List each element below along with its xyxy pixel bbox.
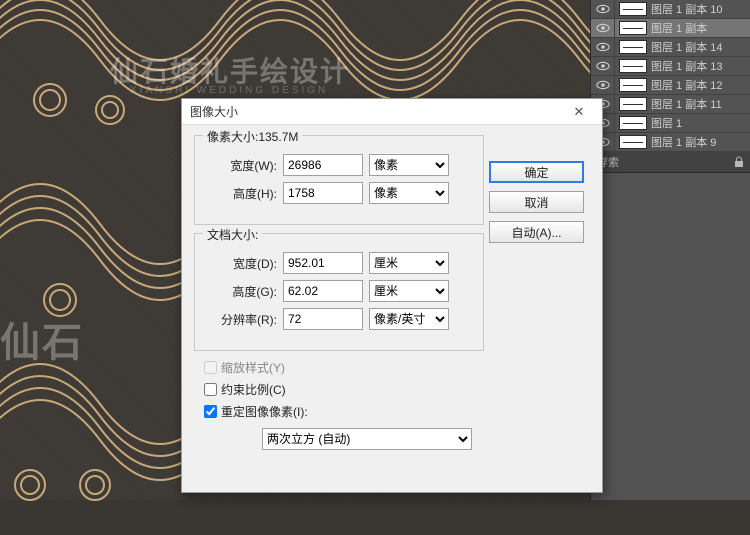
auto-button[interactable]: 自动(A)... (489, 221, 584, 243)
layer-row[interactable]: 图层 1 副本 12 (591, 76, 750, 95)
width-cm-unit-select[interactable]: 厘米 (369, 252, 449, 274)
visibility-icon[interactable] (596, 4, 610, 14)
eye-toggle[interactable] (591, 19, 615, 37)
layer-thumbnail (619, 78, 647, 92)
layer-name: 图层 1 副本 (651, 20, 750, 36)
resolution-input[interactable] (283, 308, 363, 330)
width2-label: 宽度(D): (205, 255, 283, 272)
resample-label: 重定图像像素(I): (221, 403, 308, 420)
scale-styles-checkbox (204, 361, 217, 374)
panel-extra-row: 穿索 (591, 152, 750, 173)
width-cm-input[interactable] (283, 252, 363, 274)
layer-thumbnail (619, 59, 647, 73)
layer-thumbnail (619, 2, 647, 16)
width-unit-select[interactable]: 像素 (369, 154, 449, 176)
doc-size-legend: 文档大小: (203, 226, 262, 243)
width-px-input[interactable] (283, 154, 363, 176)
layer-thumbnail (619, 116, 647, 130)
visibility-icon[interactable] (596, 23, 610, 33)
layer-row[interactable]: 图层 1 副本 (591, 19, 750, 38)
visibility-icon[interactable] (596, 42, 610, 52)
resample-method-select[interactable]: 两次立方 (自动) (262, 428, 472, 450)
resample-checkbox[interactable] (204, 405, 217, 418)
image-size-dialog: 图像大小 ✕ 确定 取消 自动(A)... 像素大小:135.7M 宽度(W):… (181, 98, 603, 493)
eye-toggle[interactable] (591, 76, 615, 94)
height-px-input[interactable] (283, 182, 363, 204)
layer-thumbnail (619, 97, 647, 111)
layer-name: 图层 1 副本 11 (651, 96, 750, 112)
constrain-checkbox-row[interactable]: 约束比例(C) (204, 381, 590, 398)
eye-toggle[interactable] (591, 38, 615, 56)
lock-icon (734, 156, 744, 168)
resolution-unit-select[interactable]: 像素/英寸 (369, 308, 449, 330)
layer-row[interactable]: 图层 1 副本 11 (591, 95, 750, 114)
layer-name: 图层 1 副本 12 (651, 77, 750, 93)
height-unit-select[interactable]: 像素 (369, 182, 449, 204)
layer-thumbnail (619, 135, 647, 149)
visibility-icon[interactable] (596, 61, 610, 71)
resolution-label: 分辨率(R): (205, 311, 283, 328)
visibility-icon[interactable] (596, 80, 610, 90)
height-label: 高度(H): (205, 185, 283, 202)
layer-name: 图层 1 副本 14 (651, 39, 750, 55)
layer-row[interactable]: 图层 1 (591, 114, 750, 133)
layer-thumbnail (619, 40, 647, 54)
scale-styles-label: 缩放样式(Y) (221, 359, 285, 376)
eye-toggle[interactable] (591, 0, 615, 18)
width-label: 宽度(W): (205, 157, 283, 174)
layer-name: 图层 1 副本 9 (651, 134, 750, 150)
dialog-title: 图像大小 (190, 103, 564, 120)
layer-name: 图层 1 (651, 115, 750, 131)
watermark-sub: XIANSHI WEDDING DESIGN (130, 85, 328, 96)
resample-checkbox-row[interactable]: 重定图像像素(I): (204, 403, 590, 420)
layer-name: 图层 1 副本 10 (651, 1, 750, 17)
layer-row[interactable]: 图层 1 副本 13 (591, 57, 750, 76)
height2-label: 高度(G): (205, 283, 283, 300)
height-cm-unit-select[interactable]: 厘米 (369, 280, 449, 302)
ok-button[interactable]: 确定 (489, 161, 584, 183)
layers-panel: 图层 1 副本 10 图层 1 副本图层 1 副本 14 图层 1 副本 13 图层 … (590, 0, 750, 500)
layer-row[interactable]: 图层 1 副本 10 (591, 0, 750, 19)
dialog-titlebar[interactable]: 图像大小 ✕ (182, 99, 602, 125)
cancel-button[interactable]: 取消 (489, 191, 584, 213)
scale-styles-checkbox-row: 缩放样式(Y) (204, 359, 590, 376)
constrain-checkbox[interactable] (204, 383, 217, 396)
height-cm-input[interactable] (283, 280, 363, 302)
close-icon[interactable]: ✕ (564, 104, 594, 120)
layer-row[interactable]: 图层 1 副本 14 (591, 38, 750, 57)
eye-toggle[interactable] (591, 57, 615, 75)
pixel-dims-legend: 像素大小:135.7M (203, 128, 302, 145)
layer-row[interactable]: 图层 1 副本 9 (591, 133, 750, 152)
constrain-label: 约束比例(C) (221, 381, 286, 398)
layer-name: 图层 1 副本 13 (651, 58, 750, 74)
layer-thumbnail (619, 21, 647, 35)
